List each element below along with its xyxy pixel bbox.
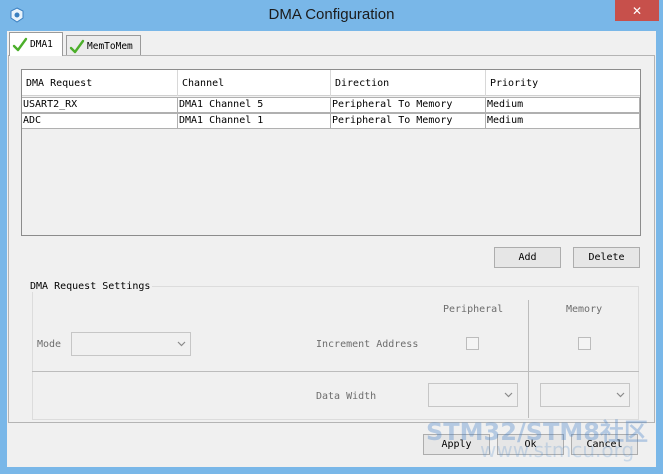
tab-label: DMA1 <box>30 39 53 50</box>
dma-request-table[interactable]: DMA Request Channel Direction Priority U… <box>21 69 641 236</box>
peripheral-label: Peripheral <box>443 304 504 315</box>
peripheral-data-width-select[interactable] <box>428 383 518 407</box>
delete-button[interactable]: Delete <box>573 247 640 268</box>
increment-address-label: Increment Address <box>316 339 419 350</box>
cell-priority: Medium <box>486 98 640 112</box>
memory-label: Memory <box>566 304 603 315</box>
peripheral-increment-checkbox[interactable] <box>466 337 479 350</box>
tab-dma1[interactable]: DMA1 <box>9 32 63 56</box>
cell-channel: DMA1 Channel 5 <box>178 98 331 112</box>
column-header-channel[interactable]: Channel <box>178 70 331 96</box>
memory-increment-checkbox[interactable] <box>578 337 591 350</box>
close-button[interactable]: ✕ <box>615 0 659 21</box>
column-header-direction[interactable]: Direction <box>331 70 486 96</box>
column-divider <box>528 300 529 418</box>
green-check-icon <box>12 37 28 51</box>
add-button[interactable]: Add <box>494 247 561 268</box>
cell-priority: Medium <box>486 114 640 128</box>
watermark-url: www.stmcu.org <box>480 438 635 462</box>
chevron-down-icon <box>504 392 513 398</box>
column-header-dma-request[interactable]: DMA Request <box>22 70 178 96</box>
table-row[interactable]: ADC DMA1 Channel 1 Peripheral To Memory … <box>22 113 640 129</box>
window-title: DMA Configuration <box>268 6 395 23</box>
table-row[interactable]: USART2_RX DMA1 Channel 5 Peripheral To M… <box>22 97 640 113</box>
group-title: DMA Request Settings <box>28 281 153 292</box>
cell-direction: Peripheral To Memory <box>331 114 486 128</box>
chevron-down-icon <box>616 392 625 398</box>
chevron-down-icon <box>177 341 186 347</box>
memory-data-width-select[interactable] <box>540 383 630 407</box>
tab-label: MemToMem <box>87 41 133 52</box>
column-header-priority[interactable]: Priority <box>486 70 640 96</box>
table-header: DMA Request Channel Direction Priority <box>22 70 640 96</box>
mode-label: Mode <box>37 339 62 350</box>
cell-channel: DMA1 Channel 1 <box>178 114 331 128</box>
cell-direction: Peripheral To Memory <box>331 98 486 112</box>
green-check-icon <box>69 39 85 53</box>
tab-memtomem[interactable]: MemToMem <box>66 35 141 57</box>
data-width-label: Data Width <box>316 391 377 402</box>
settings-divider <box>32 371 639 372</box>
mode-select[interactable] <box>71 332 191 356</box>
cell-dma-request: ADC <box>22 114 178 128</box>
cell-dma-request: USART2_RX <box>22 98 178 112</box>
